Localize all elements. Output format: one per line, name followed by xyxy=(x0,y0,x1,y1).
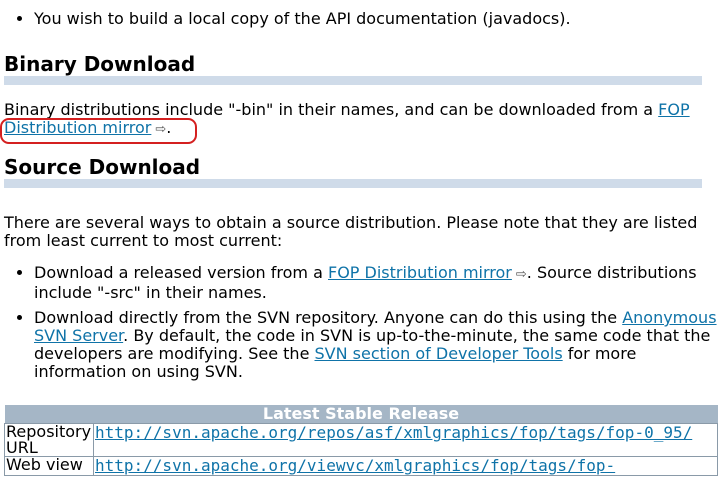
heading-underline xyxy=(4,76,702,85)
page-content: You wish to build a local copy of the AP… xyxy=(0,0,718,388)
list-text: Download directly from the SVN repositor… xyxy=(34,308,623,327)
source-options-list: Download a released version from a FOP D… xyxy=(4,264,718,381)
repository-url-link[interactable]: http://svn.apache.org/repos/asf/xmlgraph… xyxy=(95,423,692,442)
source-download-heading: Source Download xyxy=(4,155,201,179)
highlight-circle xyxy=(0,118,197,144)
table-cell-label: Repository URL xyxy=(4,423,94,457)
release-table: Latest Stable Release Repository URL htt… xyxy=(4,405,718,476)
list-item: You wish to build a local copy of the AP… xyxy=(34,10,718,28)
binary-text-before: Binary distributions include "-bin" in t… xyxy=(4,100,659,119)
table-cell-url: http://svn.apache.org/viewvc/xmlgraphics… xyxy=(93,456,718,476)
table-header: Latest Stable Release xyxy=(4,405,718,424)
svn-section-developer-tools-link[interactable]: SVN section of Developer Tools xyxy=(315,344,563,363)
binary-download-text: Binary distributions include "-bin" in t… xyxy=(0,100,718,144)
table-cell-label: Web view xyxy=(4,456,94,476)
list-item: Download a released version from a FOP D… xyxy=(34,264,718,302)
table-cell-url: http://svn.apache.org/repos/asf/xmlgraph… xyxy=(93,423,718,457)
list-item: Download directly from the SVN repositor… xyxy=(34,309,718,381)
source-intro-text: There are several ways to obtain a sourc… xyxy=(4,213,698,250)
external-link-icon: ⇨ xyxy=(515,267,527,282)
heading-underline xyxy=(4,179,702,188)
top-list: You wish to build a local copy of the AP… xyxy=(4,0,718,28)
list-text: Download a released version from a xyxy=(34,263,328,282)
web-view-url-link[interactable]: http://svn.apache.org/viewvc/xmlgraphics… xyxy=(95,456,615,475)
table-row: Web view http://svn.apache.org/viewvc/xm… xyxy=(4,456,718,476)
table-row: Repository URL http://svn.apache.org/rep… xyxy=(4,423,718,457)
fop-distribution-mirror-link[interactable]: FOP Distribution mirror xyxy=(328,263,512,282)
binary-download-heading: Binary Download xyxy=(4,52,196,76)
